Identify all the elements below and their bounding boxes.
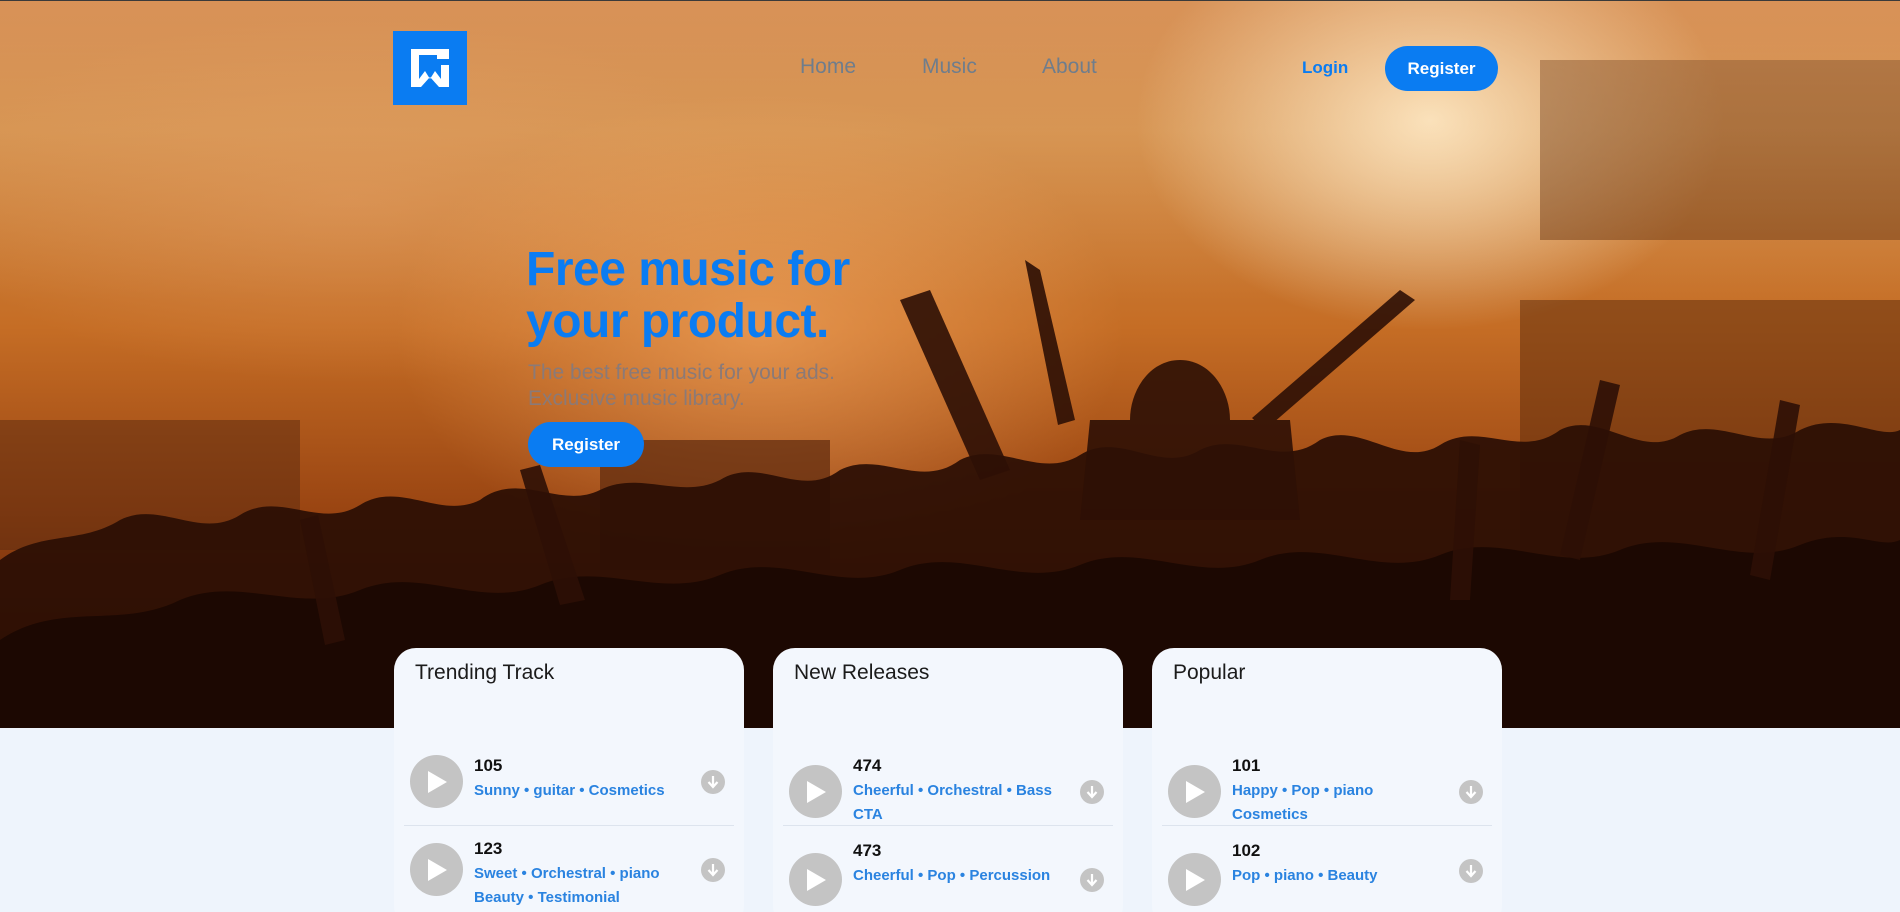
play-icon[interactable] — [410, 755, 463, 808]
card-title: Popular — [1173, 661, 1246, 684]
track-tags-line2: CTA — [853, 806, 883, 823]
hero-subtitle-line1: The best free music for your ads. — [528, 361, 835, 384]
track-tags-line1: Cheerful • Orchestral • Bass — [853, 782, 1052, 799]
track-number: 473 — [853, 841, 882, 860]
track-number: 102 — [1232, 841, 1261, 860]
track-tags-line1: Sunny • guitar • Cosmetics — [474, 782, 665, 799]
play-icon[interactable] — [410, 843, 463, 896]
track-tags: Cheerful • Orchestral • Bass CTA — [853, 779, 1053, 827]
play-icon[interactable] — [1168, 853, 1221, 906]
login-link[interactable]: Login — [1302, 58, 1348, 78]
brand-logo-icon — [411, 49, 449, 87]
popular-card: Popular 101 Happy • Pop • piano Cosmetic… — [1152, 648, 1502, 912]
track-tags-line1: Sweet • Orchestral • piano — [474, 865, 660, 882]
play-icon[interactable] — [789, 853, 842, 906]
concert-crowd-image — [0, 0, 1900, 728]
new-releases-card: New Releases 474 Cheerful • Orchestral •… — [773, 648, 1123, 912]
track-tags: Sunny • guitar • Cosmetics — [474, 779, 674, 803]
hero-subtitle: The best free music for your ads. Exclus… — [528, 360, 835, 412]
track-number: 474 — [853, 756, 882, 775]
play-icon[interactable] — [1168, 765, 1221, 818]
download-icon[interactable] — [1459, 780, 1483, 804]
track-tags: Pop • piano • Beauty — [1232, 864, 1432, 888]
hero-title: Free music for your product. — [526, 243, 850, 348]
download-icon[interactable] — [1080, 868, 1104, 892]
track-number: 105 — [474, 756, 503, 775]
hero-register-button[interactable]: Register — [528, 422, 644, 467]
track-tags: Cheerful • Pop • Percussion — [853, 864, 1053, 888]
trending-track-card: Trending Track 105 Sunny • guitar • Cosm… — [394, 648, 744, 912]
track-tags-line1: Cheerful • Pop • Percussion — [853, 867, 1051, 884]
card-title: Trending Track — [415, 661, 555, 684]
hero-background — [0, 0, 1900, 728]
play-icon[interactable] — [789, 765, 842, 818]
track-row[interactable]: 101 Happy • Pop • piano Cosmetics — [1162, 738, 1492, 826]
track-tags: Happy • Pop • piano Cosmetics — [1232, 779, 1432, 827]
track-row[interactable]: 123 Sweet • Orchestral • piano Beauty • … — [404, 826, 734, 912]
card-title: New Releases — [794, 661, 930, 684]
nav-home[interactable]: Home — [800, 55, 856, 79]
track-number: 101 — [1232, 756, 1261, 775]
track-tags-line1: Pop • piano • Beauty — [1232, 867, 1378, 884]
download-icon[interactable] — [701, 858, 725, 882]
track-row[interactable]: 473 Cheerful • Pop • Percussion — [783, 841, 1113, 912]
track-row[interactable]: 105 Sunny • guitar • Cosmetics — [404, 738, 734, 826]
track-tags-line2: Cosmetics — [1232, 806, 1308, 823]
track-tags: Sweet • Orchestral • piano Beauty • Test… — [474, 862, 674, 910]
track-tags-line1: Happy • Pop • piano — [1232, 782, 1374, 799]
download-icon[interactable] — [1459, 859, 1483, 883]
track-number: 123 — [474, 839, 503, 858]
track-row[interactable]: 102 Pop • piano • Beauty — [1162, 841, 1492, 912]
brand-logo[interactable] — [393, 31, 467, 105]
top-border — [0, 0, 1900, 1]
nav-music[interactable]: Music — [922, 55, 977, 79]
download-icon[interactable] — [701, 770, 725, 794]
hero-subtitle-line2: Exclusive music library. — [528, 387, 745, 410]
download-icon[interactable] — [1080, 780, 1104, 804]
track-tags-line2: Beauty • Testimonial — [474, 889, 620, 906]
register-button[interactable]: Register — [1385, 46, 1498, 91]
nav-about[interactable]: About — [1042, 55, 1097, 79]
track-row[interactable]: 474 Cheerful • Orchestral • Bass CTA — [783, 738, 1113, 826]
